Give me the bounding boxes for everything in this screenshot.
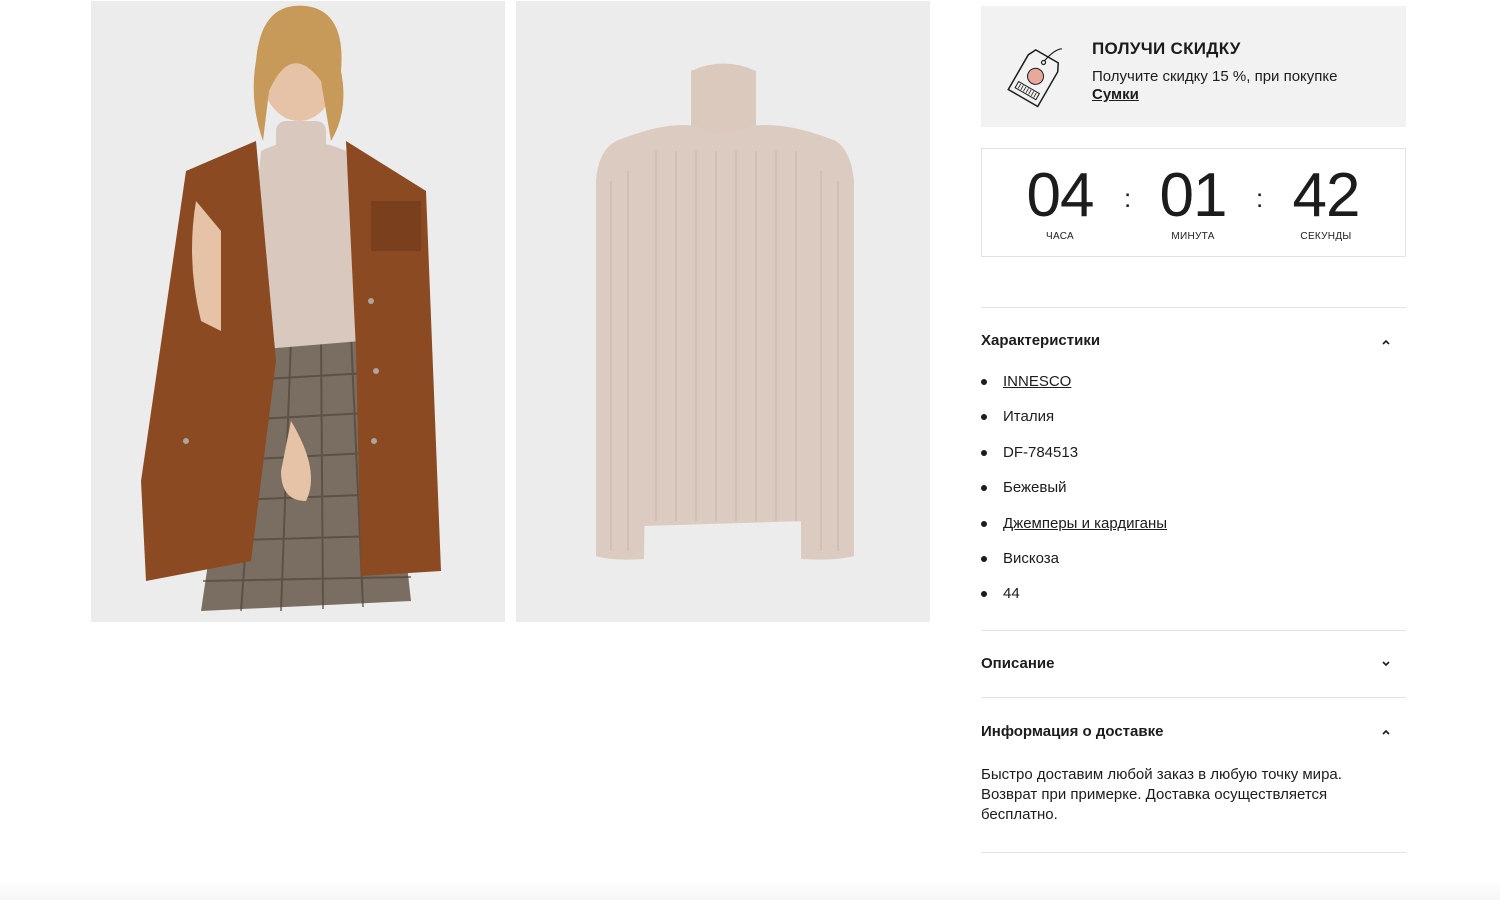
discount-tag-icon	[1007, 32, 1069, 108]
promo-description: Получите скидку 15 %, при покупке	[1092, 68, 1338, 85]
accordion-description-header[interactable]: Описание	[981, 655, 1054, 672]
list-item: Вискоза	[981, 549, 1167, 584]
promo-link-bags[interactable]: Сумки	[1092, 86, 1139, 103]
promo-title: ПОЛУЧИ СКИДКУ	[1092, 39, 1241, 58]
delivery-info-text: Быстро доставим любой заказ в любую точк…	[981, 766, 1342, 823]
timer-seconds-label: СЕКУНДЫ	[1300, 231, 1352, 242]
accordion-characteristics-header[interactable]: Характеристики	[981, 332, 1100, 349]
list-item: DF-784513	[981, 443, 1167, 478]
timer-separator: :	[1256, 183, 1264, 213]
model-photo-illustration	[91, 1, 505, 622]
characteristics-list: INNESCO Италия DF-784513 Бежевый Джемпер…	[981, 372, 1167, 620]
sweater-photo-illustration	[516, 1, 930, 622]
divider	[981, 307, 1406, 308]
countdown-timer: 04 ЧАСА : 01 МИНУТА : 42 СЕКУНДЫ	[981, 148, 1406, 257]
discount-promo-banner: ПОЛУЧИ СКИДКУ Получите скидку 15 %, при …	[981, 6, 1406, 127]
divider	[981, 630, 1406, 631]
product-photo-sweater[interactable]	[516, 1, 930, 622]
chevron-up-icon[interactable]	[1381, 727, 1391, 737]
timer-minutes-value: 01	[1159, 161, 1228, 230]
sku-value: DF-784513	[1003, 443, 1079, 461]
timer-seconds-value: 42	[1292, 161, 1361, 230]
divider	[981, 852, 1406, 853]
timer-seconds: 42 СЕКУНДЫ	[1266, 161, 1386, 243]
list-item: Бежевый	[981, 478, 1167, 513]
country-value: Италия	[1003, 408, 1055, 426]
color-value: Бежевый	[1003, 479, 1067, 497]
list-item[interactable]: INNESCO	[981, 372, 1167, 407]
chevron-down-icon[interactable]	[1381, 659, 1391, 669]
timer-minutes: 01 МИНУТА	[1133, 161, 1253, 243]
list-item: Италия	[981, 407, 1167, 442]
size-value: 44	[1003, 585, 1020, 603]
timer-minutes-label: МИНУТА	[1171, 231, 1215, 242]
material-value: Вискоза	[1003, 549, 1060, 567]
category-link[interactable]: Джемперы и кардиганы	[1003, 515, 1167, 532]
divider	[981, 697, 1406, 698]
brand-link[interactable]: INNESCO	[1003, 373, 1071, 390]
promo-text: Получите скидку 15 %, при покупке Сумки	[1092, 68, 1382, 104]
footer-edge	[0, 880, 1500, 900]
timer-separator: :	[1124, 183, 1132, 213]
timer-hours: 04 ЧАСА	[1000, 161, 1120, 243]
timer-hours-value: 04	[1026, 161, 1095, 230]
accordion-delivery-header[interactable]: Информация о доставке	[981, 723, 1163, 740]
chevron-up-icon[interactable]	[1381, 337, 1391, 347]
list-item: 44	[981, 584, 1167, 619]
product-photo-model[interactable]	[91, 1, 505, 622]
timer-hours-label: ЧАСА	[1046, 231, 1074, 242]
list-item[interactable]: Джемперы и кардиганы	[981, 514, 1167, 549]
